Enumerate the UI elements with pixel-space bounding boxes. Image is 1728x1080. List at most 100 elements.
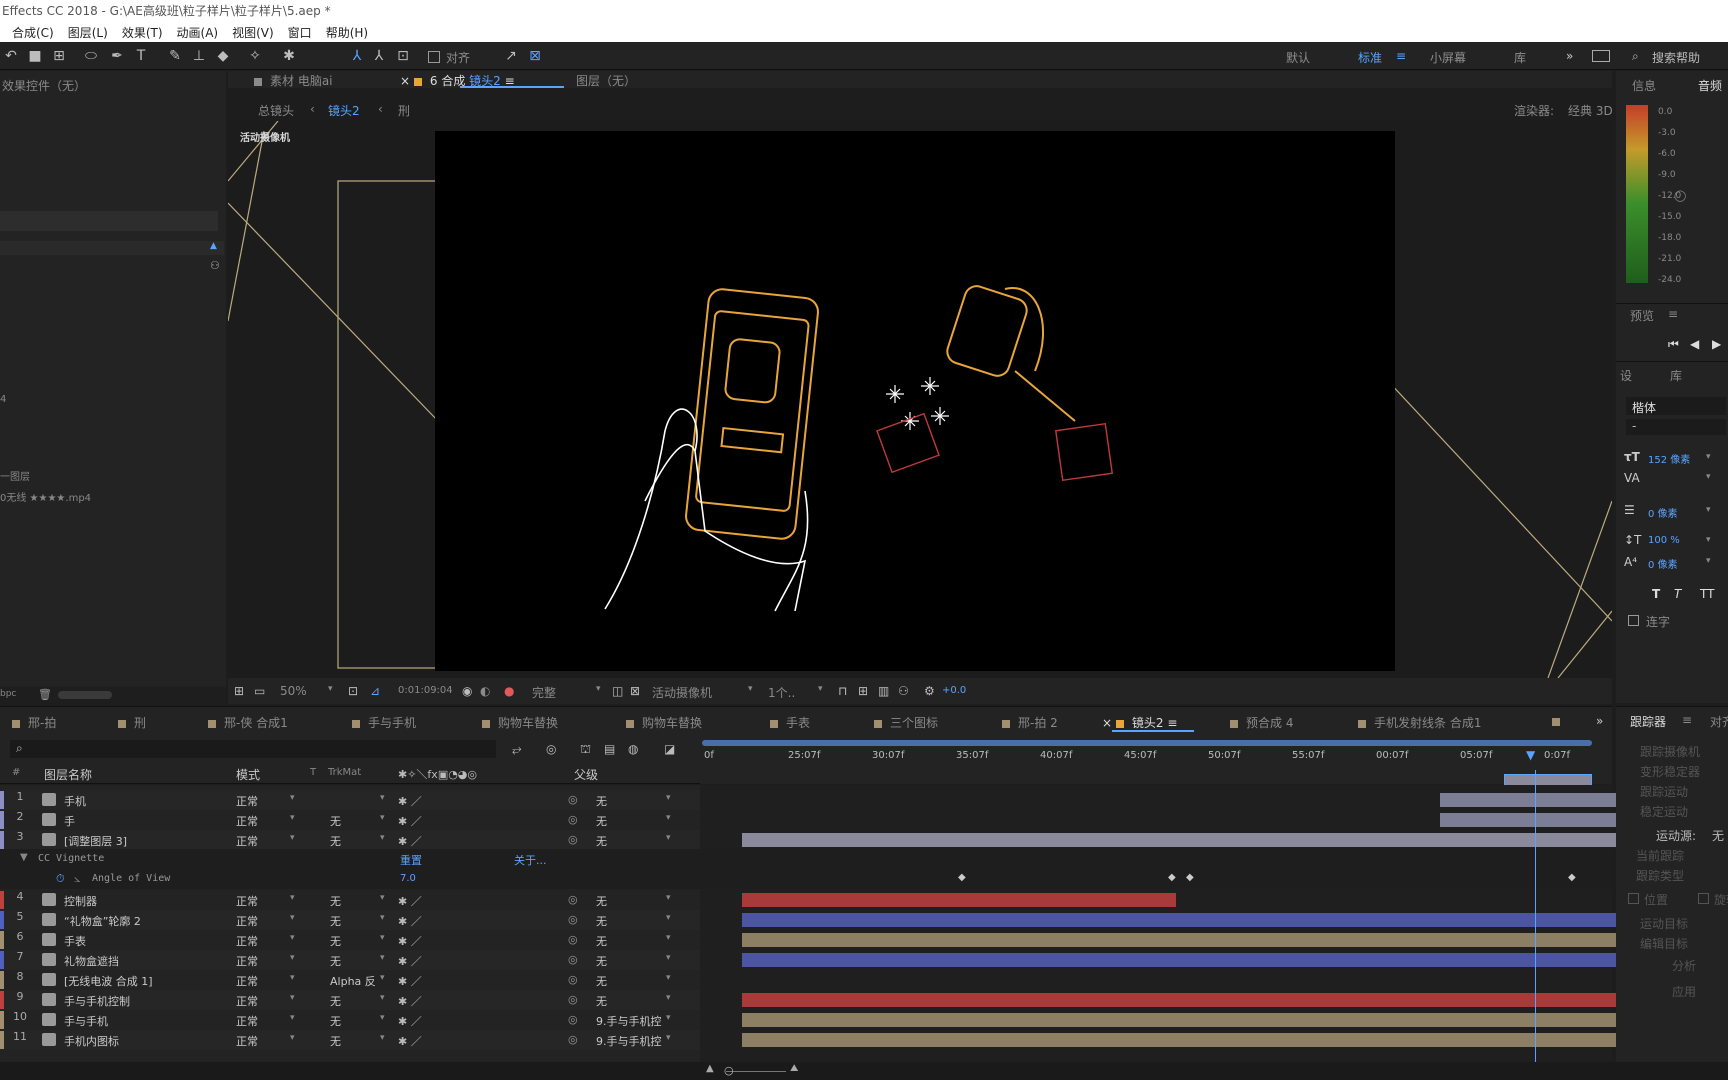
col-layer-name[interactable]: 图层名称	[44, 766, 92, 783]
tab-audio[interactable]: 音频	[1698, 77, 1722, 94]
effect-list-item[interactable]: 0无线 ★★★★.mp4	[0, 489, 91, 504]
warp-stabilizer-button[interactable]: 变形稳定器	[1640, 763, 1700, 780]
pick-whip-icon[interactable]: ◎	[568, 1033, 578, 1046]
layer-switches[interactable]: ✱ ／	[398, 893, 422, 909]
ellipse-tool-icon[interactable]: ⬭	[82, 47, 100, 65]
channel-icon[interactable]: ●	[504, 684, 514, 698]
layer-switches[interactable]: ✱ ／	[398, 1033, 422, 1049]
parent-select[interactable]: 无	[596, 953, 607, 969]
show-snapshot-icon[interactable]: ◐	[480, 684, 490, 698]
tab-layer[interactable]: 图层（无）	[576, 72, 636, 89]
track-matte-select[interactable]: 无	[330, 913, 341, 929]
layer-duration-bar[interactable]	[742, 933, 1664, 947]
tab-align[interactable]: 对齐	[1710, 713, 1728, 730]
stroke-width-value[interactable]: 0 像素	[1648, 505, 1678, 520]
label-color[interactable]	[0, 951, 4, 969]
pick-whip-icon[interactable]: ◎	[568, 893, 578, 906]
graph-icon[interactable]: ⦣	[74, 872, 80, 886]
menu-window[interactable]: 窗口	[288, 24, 312, 41]
layer-name[interactable]: “礼物盒”轮廓 2	[64, 913, 141, 929]
layer-row[interactable]: 5 “礼物盒”轮廓 2 正常 ▾ 无 ▾ ✱ ／ ◎ 无 ▾	[0, 910, 1728, 930]
parent-select[interactable]: 无	[596, 893, 607, 909]
timeline-tab[interactable]: 手与手机	[352, 714, 416, 731]
track-matte-select[interactable]: 无	[330, 813, 341, 829]
type-tool-icon[interactable]: T	[132, 47, 150, 65]
zoom-in-icon[interactable]: ⛰	[790, 1063, 798, 1074]
snap-grid-icon[interactable]: ⊠	[526, 47, 544, 65]
breadcrumb-root[interactable]: 总镜头	[258, 102, 294, 119]
font-size-value[interactable]: 152 像素	[1648, 451, 1690, 466]
pick-whip-icon[interactable]: ◎	[568, 833, 578, 846]
label-color[interactable]	[0, 1011, 4, 1029]
workspace-default[interactable]: 默认	[1286, 49, 1310, 66]
baseline-shift-value[interactable]: 0 像素	[1648, 556, 1678, 571]
blend-mode-select[interactable]: 正常	[236, 913, 258, 929]
vertical-scale-value[interactable]: 100 %	[1648, 535, 1680, 546]
parent-select[interactable]: 9.手与手机控	[596, 1013, 662, 1029]
blend-mode-select[interactable]: 正常	[236, 793, 258, 809]
stabilize-motion-button[interactable]: 稳定运动	[1640, 803, 1688, 820]
track-matte-select[interactable]: 无	[330, 893, 341, 909]
track-matte-select[interactable]: 无	[330, 1033, 341, 1049]
pick-whip-icon[interactable]: ◎	[568, 933, 578, 946]
layer-name[interactable]: 手表	[64, 933, 86, 949]
pick-whip-icon[interactable]: ◎	[568, 793, 578, 806]
brush-tool-icon[interactable]: ✎	[166, 47, 184, 65]
layer-duration-bar[interactable]	[742, 1013, 1664, 1027]
property-value[interactable]: 7.0	[400, 873, 416, 884]
graph-editor-icon[interactable]: ◪	[664, 742, 675, 756]
pen-tool-icon[interactable]: ✒	[108, 47, 126, 65]
label-color[interactable]	[0, 971, 4, 989]
parent-select[interactable]: 无	[596, 993, 607, 1009]
timeline-tab[interactable]: 邢-拍 2	[1002, 714, 1058, 731]
layer-row[interactable]: 10 手与手机 正常 ▾ 无 ▾ ✱ ／ ◎ 9.手与手机控 ▾	[0, 1010, 1728, 1030]
camera-tool-icon[interactable]: ■	[26, 47, 44, 65]
blend-mode-select[interactable]: 正常	[236, 813, 258, 829]
shy-layers-icon[interactable]: ⛫	[580, 742, 591, 758]
search-icon[interactable]: ⌕	[1632, 49, 1639, 64]
timeline-tab[interactable]: 邢-侠 合成1	[208, 714, 288, 731]
col-parent[interactable]: 父级	[574, 766, 598, 783]
track-matte-select[interactable]: 无	[330, 953, 341, 969]
blend-mode-select[interactable]: 正常	[236, 973, 258, 989]
menu-help[interactable]: 帮助(H)	[326, 24, 368, 41]
region-of-interest-icon[interactable]: ◫	[612, 684, 623, 698]
quality-select[interactable]: 完整	[532, 684, 556, 701]
tab-library[interactable]: 库	[1670, 367, 1682, 384]
exposure-value[interactable]: +0.0	[942, 685, 966, 696]
layer-switches[interactable]: ✱ ／	[398, 793, 422, 809]
label-color[interactable]	[0, 891, 4, 909]
hierarchy-icon[interactable]: ⚇	[210, 259, 220, 272]
layer-row[interactable]: 9 手与手机控制 正常 ▾ 无 ▾ ✱ ／ ◎ 无 ▾	[0, 990, 1728, 1010]
timeline-tab[interactable]: 购物车替换	[626, 714, 702, 731]
collapse-icon[interactable]: ▲	[210, 241, 217, 251]
blend-mode-select[interactable]: 正常	[236, 933, 258, 949]
label-color[interactable]	[0, 991, 4, 1009]
all-caps-button[interactable]: TT	[1700, 587, 1714, 601]
stopwatch-icon[interactable]: ⏱	[56, 872, 65, 886]
pick-whip-icon[interactable]: ◎	[568, 1013, 578, 1026]
first-frame-icon[interactable]: ⏮	[1668, 337, 1679, 352]
track-matte-select[interactable]: 无	[330, 933, 341, 949]
timeline-tab[interactable]: 预合成 4	[1230, 714, 1293, 731]
previous-frame-icon[interactable]: ◀	[1690, 337, 1699, 351]
clone-stamp-icon[interactable]: ⊥	[190, 47, 208, 65]
label-color[interactable]	[0, 931, 4, 949]
menu-effect[interactable]: 效果(T)	[122, 24, 163, 41]
zoom-select[interactable]: 50%	[280, 684, 307, 698]
parent-select[interactable]: 无	[596, 833, 607, 849]
layer-row[interactable]: 7 礼物盒遮挡 正常 ▾ 无 ▾ ✱ ／ ◎ 无 ▾	[0, 950, 1728, 970]
parent-select[interactable]: 无	[596, 913, 607, 929]
timeline-tab[interactable]	[1552, 714, 1568, 728]
layer-name[interactable]: [调整图层 3]	[64, 833, 127, 849]
pick-whip-icon[interactable]: ◎	[568, 993, 578, 1006]
layer-switches[interactable]: ✱ ／	[398, 1013, 422, 1029]
tab-footage[interactable]: 素材 电脑ai	[254, 72, 333, 89]
search-help-field[interactable]: 搜索帮助	[1652, 49, 1700, 66]
timeline-tab[interactable]: 手表	[770, 714, 810, 731]
faux-italic-button[interactable]: T	[1674, 587, 1681, 601]
layer-switches[interactable]: ✱ ／	[398, 933, 422, 949]
timeline-tab[interactable]: 手机发射线条 合成1	[1358, 714, 1481, 731]
playhead-line[interactable]	[1535, 770, 1536, 1062]
world-axis-icon[interactable]: ⅄	[370, 47, 388, 65]
